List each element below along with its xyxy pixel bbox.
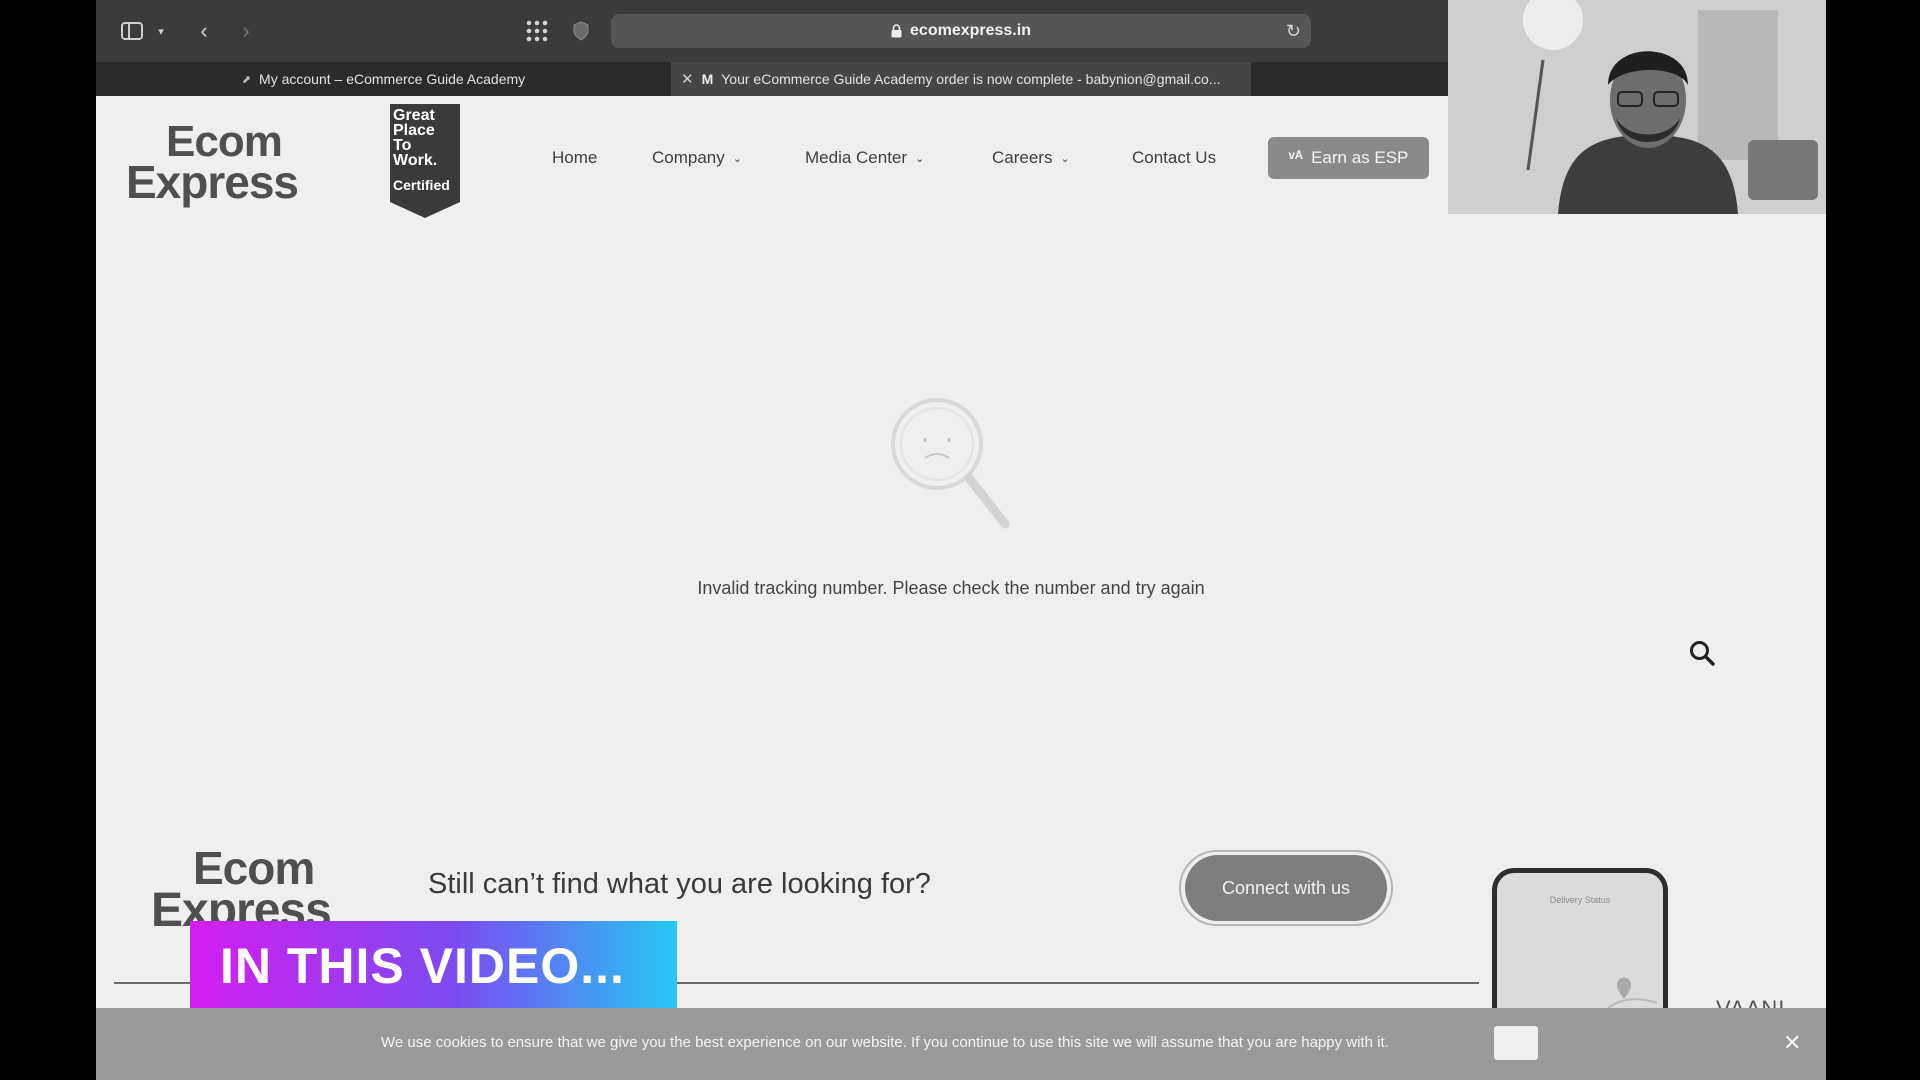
- presenter-video: [1448, 0, 1826, 214]
- tab-label: My account – eCommerce Guide Academy: [259, 71, 526, 87]
- tab-my-account[interactable]: ⬈ My account – eCommerce Guide Academy: [96, 62, 671, 96]
- shield-icon[interactable]: [570, 16, 592, 46]
- sidebar-toggle-icon[interactable]: [118, 16, 146, 46]
- back-icon[interactable]: ‹: [194, 16, 214, 46]
- ecom-express-logo[interactable]: Ecom Express: [126, 120, 299, 208]
- close-icon[interactable]: ✕: [681, 70, 694, 88]
- logo-text-top: Ecom: [193, 842, 315, 894]
- badge-line: To: [393, 137, 412, 154]
- nav-contact[interactable]: Contact Us: [1132, 148, 1216, 168]
- address-bar[interactable]: ecomexpress.in ↻: [611, 14, 1311, 48]
- chevron-down-icon: ⌄: [732, 152, 742, 165]
- badge-certified: Certified: [393, 177, 450, 193]
- webcam-overlay: [1448, 0, 1826, 214]
- cookie-accept-button[interactable]: [1494, 1026, 1538, 1060]
- nav-label: Media Center: [805, 148, 908, 167]
- badge-line: Place: [393, 122, 435, 139]
- cookie-notice: We use cookies to ensure that we give yo…: [96, 1008, 1826, 1080]
- phone-illustration: Delivery Status: [1492, 868, 1668, 1018]
- connect-button-ring: Connect with us: [1179, 850, 1393, 926]
- gmail-icon: M: [701, 71, 714, 87]
- cookie-text: We use cookies to ensure that we give yo…: [381, 1034, 1389, 1051]
- earn-as-esp-button[interactable]: ᵛᴬ Earn as ESP: [1268, 137, 1429, 179]
- cta-heading: Still can’t find what you are looking fo…: [428, 868, 931, 900]
- nav-label: Careers: [992, 148, 1053, 167]
- footer-ecom-express-logo[interactable]: Ecom Express: [151, 842, 332, 935]
- nav-label: Company: [652, 148, 725, 167]
- favicon-icon: ⬈: [241, 73, 252, 86]
- nav-label: Contact Us: [1132, 148, 1217, 167]
- url-text: ecomexpress.in: [910, 22, 1031, 39]
- chevron-down-icon: ⌄: [1060, 152, 1070, 165]
- search-icon[interactable]: [1689, 640, 1715, 671]
- tab-order-email[interactable]: ✕ M Your eCommerce Guide Academy order i…: [671, 62, 1251, 96]
- tab-label: Your eCommerce Guide Academy order is no…: [721, 71, 1221, 87]
- nav-company[interactable]: Company ⌄: [652, 148, 742, 168]
- browser-window: ▾ ‹ › ecomexpress.in ↻ ⬈ My account – eC…: [96, 0, 1826, 1080]
- esp-button-label: Earn as ESP: [1311, 148, 1409, 167]
- close-icon[interactable]: ✕: [1783, 1030, 1801, 1056]
- great-place-to-work-badge: Great Place To Work. Certified: [390, 104, 460, 218]
- forward-icon[interactable]: ›: [236, 16, 256, 46]
- chevron-down-icon[interactable]: ▾: [154, 16, 168, 46]
- chevron-down-icon: ⌄: [915, 152, 925, 165]
- nav-media-center[interactable]: Media Center ⌄: [805, 148, 924, 168]
- reload-icon[interactable]: ↻: [1286, 21, 1301, 42]
- invalid-tracking-message: Invalid tracking number. Please check th…: [697, 578, 1205, 598]
- connect-with-us-button[interactable]: Connect with us: [1185, 855, 1387, 921]
- video-intro-banner: IN THIS VIDEO...: [190, 921, 677, 1011]
- nav-label: Home: [552, 148, 598, 167]
- esp-logo-icon: ᵛᴬ: [1288, 148, 1304, 167]
- badge-line: Work.: [393, 152, 438, 169]
- lock-icon: [891, 24, 902, 38]
- logo-text-bottom: Express: [126, 155, 299, 208]
- sad-magnifier-icon: [891, 398, 1010, 529]
- map-pin-icon: [1606, 977, 1658, 1010]
- badge-line: Great: [393, 107, 435, 124]
- nav-home[interactable]: Home: [552, 148, 597, 168]
- nav-careers[interactable]: Careers ⌄: [992, 148, 1070, 168]
- grid-icon[interactable]: [524, 16, 550, 46]
